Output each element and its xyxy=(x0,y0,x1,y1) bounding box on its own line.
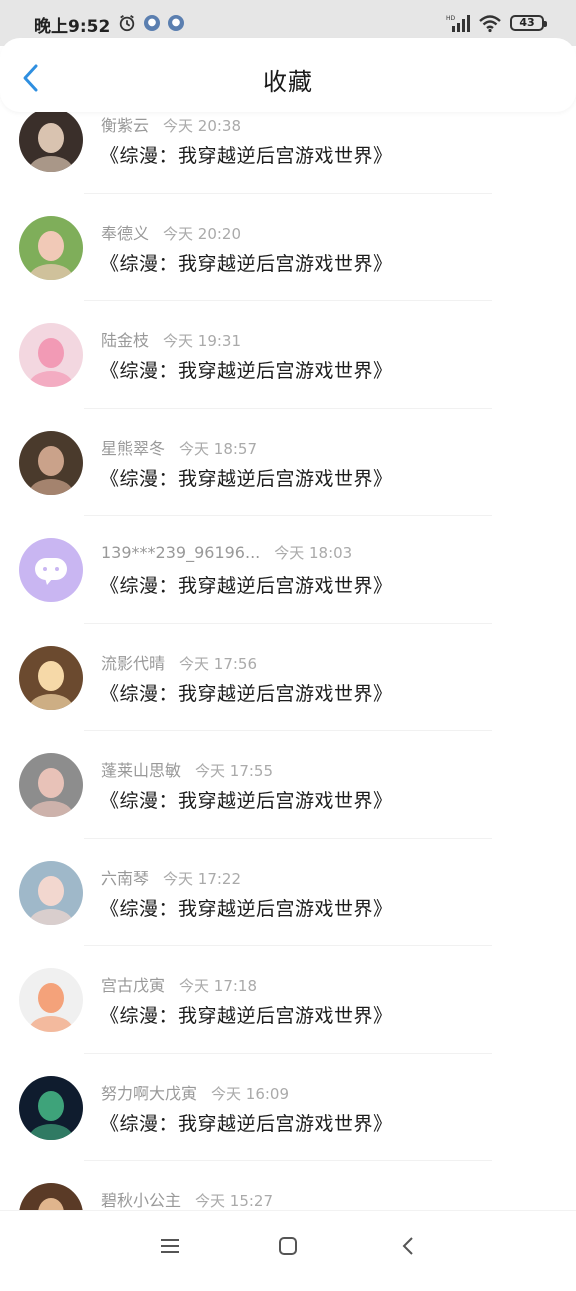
avatar[interactable] xyxy=(19,430,83,495)
favorites-list: 衡紫云 今天 20:38 《综漫：我穿越逆后宫游戏世界》 奉德义 今天 20:20 《综漫… xyxy=(0,108,576,1291)
book-title[interactable]: 《综漫：我穿越逆后宫游戏世界》 xyxy=(100,249,393,276)
status-icons-right: HD 43 xyxy=(446,13,547,33)
divider xyxy=(84,622,492,624)
user-name: 努力啊大戊寅 xyxy=(101,1083,198,1103)
item-meta: 努力啊大戊寅 今天 16:09 xyxy=(101,1080,289,1104)
item-meta: 139***239_96196... 今天 18:03 xyxy=(101,542,352,563)
home-icon[interactable] xyxy=(275,1233,301,1259)
item-meta: 星熊翠冬 今天 18:57 xyxy=(101,435,257,459)
item-meta: 流影代晴 今天 17:56 xyxy=(101,650,257,674)
user-name: 陆金枝 xyxy=(101,331,150,350)
list-item[interactable]: 宫古戊寅 今天 17:18 《综漫：我穿越逆后宫游戏世界》 xyxy=(0,968,576,1076)
header: 收藏 xyxy=(0,38,576,112)
divider xyxy=(84,407,492,409)
avatar[interactable] xyxy=(19,645,83,710)
divider xyxy=(84,300,492,301)
avatar[interactable] xyxy=(19,968,83,1032)
divider xyxy=(84,730,492,731)
timestamp: 今天 20:38 xyxy=(163,117,242,135)
user-name: 衡紫云 xyxy=(101,116,150,135)
avatar[interactable] xyxy=(19,323,83,387)
list-item[interactable]: 星熊翠冬 今天 18:57 《综漫：我穿越逆后宫游戏世界》 xyxy=(0,430,576,539)
battery-indicator: 43 xyxy=(510,15,547,31)
book-title[interactable]: 《综漫：我穿越逆后宫游戏世界》 xyxy=(100,141,393,168)
divider xyxy=(84,515,492,516)
timestamp: 今天 15:27 xyxy=(195,1192,274,1210)
avatar[interactable] xyxy=(19,753,83,817)
user-name: 星熊翠冬 xyxy=(101,438,166,458)
status-time: 晚上9:52 xyxy=(34,17,111,37)
user-name: 奉德义 xyxy=(101,223,150,243)
avatar[interactable] xyxy=(19,860,83,925)
default-avatar-icon[interactable] xyxy=(19,538,83,602)
timestamp: 今天 17:22 xyxy=(163,869,242,888)
list-item[interactable]: 奉德义 今天 20:20 《综漫：我穿越逆后宫游戏世界》 xyxy=(0,215,576,324)
timestamp: 今天 17:55 xyxy=(195,762,274,780)
item-meta: 衡紫云 今天 20:38 xyxy=(101,112,241,136)
avatar[interactable] xyxy=(19,108,83,172)
user-name: 六南琴 xyxy=(101,868,150,888)
system-nav-bar xyxy=(0,1210,576,1281)
list-item[interactable]: 努力啊大戊寅 今天 16:09 《综漫：我穿越逆后宫游戏世界》 xyxy=(0,1075,576,1184)
avatar[interactable] xyxy=(19,215,83,280)
back-nav-icon[interactable] xyxy=(396,1233,422,1259)
divider xyxy=(84,945,492,946)
user-name: 宫古戊寅 xyxy=(101,976,166,995)
timestamp: 今天 17:56 xyxy=(179,654,258,673)
book-title[interactable]: 《综漫：我穿越逆后宫游戏世界》 xyxy=(100,571,393,598)
timestamp: 今天 18:03 xyxy=(274,544,353,562)
list-item[interactable]: 陆金枝 今天 19:31 《综漫：我穿越逆后宫游戏世界》 xyxy=(0,323,576,431)
avatar[interactable] xyxy=(19,1075,83,1140)
timestamp: 今天 19:31 xyxy=(163,332,242,350)
status-icons-left: ● ● xyxy=(118,14,184,32)
book-title[interactable]: 《综漫：我穿越逆后宫游戏世界》 xyxy=(100,1001,393,1028)
user-name: 139***239_96196... xyxy=(101,543,261,562)
divider xyxy=(84,1052,492,1054)
wifi-icon xyxy=(479,15,501,33)
book-title[interactable]: 《综漫：我穿越逆后宫游戏世界》 xyxy=(100,1109,393,1136)
book-title[interactable]: 《综漫：我穿越逆后宫游戏世界》 xyxy=(100,786,393,813)
item-meta: 奉德义 今天 20:20 xyxy=(101,220,241,244)
item-meta: 宫古戊寅 今天 17:18 xyxy=(101,972,257,996)
book-title[interactable]: 《综漫：我穿越逆后宫游戏世界》 xyxy=(100,356,393,383)
list-item[interactable]: 139***239_96196... 今天 18:03 《综漫：我穿越逆后宫游戏世界… xyxy=(0,538,576,646)
user-name: 蓬莱山思敏 xyxy=(101,761,182,780)
svg-text:HD: HD xyxy=(446,15,456,22)
timestamp: 今天 20:20 xyxy=(163,224,242,243)
menu-icon[interactable] xyxy=(157,1233,183,1259)
signal-icon: HD xyxy=(446,15,470,32)
book-title[interactable]: 《综漫：我穿越逆后宫游戏世界》 xyxy=(100,679,393,706)
user-name: 流影代晴 xyxy=(101,653,166,673)
divider xyxy=(84,192,492,194)
alarm-icon xyxy=(119,15,135,32)
notification-icon: ● xyxy=(168,15,184,31)
list-item[interactable]: 六南琴 今天 17:22 《综漫：我穿越逆后宫游戏世界》 xyxy=(0,860,576,969)
item-meta: 六南琴 今天 17:22 xyxy=(101,865,241,889)
book-title[interactable]: 《综漫：我穿越逆后宫游戏世界》 xyxy=(100,464,393,491)
item-meta: 陆金枝 今天 19:31 xyxy=(101,327,241,351)
list-item[interactable]: 衡紫云 今天 20:38 《综漫：我穿越逆后宫游戏世界》 xyxy=(0,108,576,216)
list-item[interactable]: 流影代晴 今天 17:56 《综漫：我穿越逆后宫游戏世界》 xyxy=(0,645,576,754)
timestamp: 今天 18:57 xyxy=(179,439,258,458)
timestamp: 今天 17:18 xyxy=(179,977,258,995)
timestamp: 今天 16:09 xyxy=(211,1084,290,1103)
notification-icon: ● xyxy=(144,15,160,31)
list-item[interactable]: 蓬莱山思敏 今天 17:55 《综漫：我穿越逆后宫游戏世界》 xyxy=(0,753,576,861)
item-meta: 碧秋小公主 今天 15:27 xyxy=(101,1187,273,1211)
divider xyxy=(84,837,492,839)
user-name: 碧秋小公主 xyxy=(101,1191,182,1210)
item-meta: 蓬莱山思敏 今天 17:55 xyxy=(101,757,273,781)
divider xyxy=(84,1160,492,1161)
book-title[interactable]: 《综漫：我穿越逆后宫游戏世界》 xyxy=(100,894,393,921)
page-title: 收藏 xyxy=(263,68,313,96)
